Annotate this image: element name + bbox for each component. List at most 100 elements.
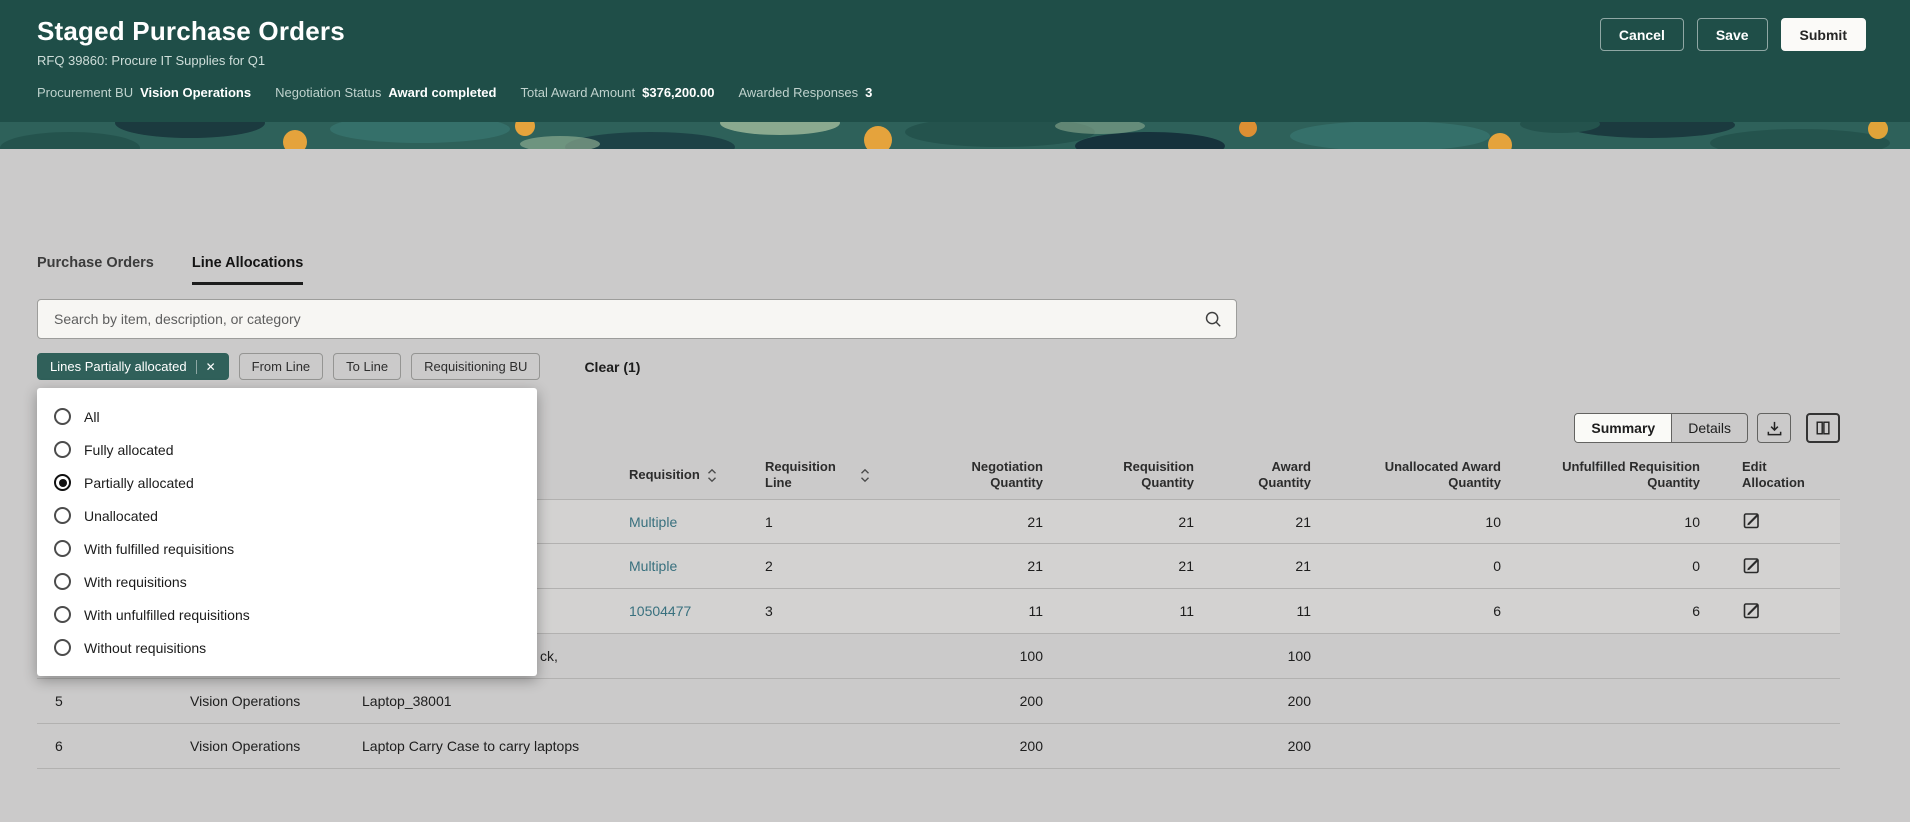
cell-negotiation-qty: 200: [870, 738, 1053, 754]
search-input[interactable]: [52, 310, 1192, 328]
filter-option-all[interactable]: All: [37, 400, 537, 433]
column-header-requisition[interactable]: Requisition: [629, 467, 755, 483]
cell-value: 200: [1287, 693, 1311, 709]
filter-option-unallocated[interactable]: Unallocated: [37, 499, 537, 532]
requisition-link[interactable]: Multiple: [629, 514, 677, 530]
header-meta-item: Negotiation Status Award completed: [275, 85, 496, 100]
cell-value: 21: [1295, 513, 1311, 530]
tab-purchase-orders[interactable]: Purchase Orders: [37, 255, 154, 285]
cell-edit-allocation: [1710, 510, 1840, 533]
column-header-label: Unfulfilled Requisition Quantity: [1562, 458, 1700, 490]
cell-edit-allocation: [1710, 600, 1840, 623]
chip-close-icon[interactable]: ✕: [206, 361, 216, 373]
header-meta-value: Award completed: [388, 85, 497, 100]
cell-requisition-qty: 11: [1053, 603, 1204, 619]
page-subtitle: RFQ 39860: Procure IT Supplies for Q1: [37, 53, 266, 68]
filter-option-label: Fully allocated: [84, 441, 174, 458]
tab-line-allocations[interactable]: Line Allocations: [191, 255, 304, 285]
edit-allocation-button[interactable]: [1742, 555, 1762, 578]
cell-value: 6: [1692, 603, 1700, 619]
cell-item: Laptop_38001: [362, 693, 629, 709]
cell-requisition: Multiple: [629, 514, 755, 530]
cell-value: 21: [1027, 558, 1043, 574]
cell-value: 11: [1028, 603, 1043, 619]
summary-toggle-button[interactable]: Summary: [1575, 414, 1672, 442]
filter-option-partially-allocated[interactable]: Partially allocated: [37, 466, 537, 499]
cancel-button[interactable]: Cancel: [1599, 18, 1684, 51]
filter-option-fully-allocated[interactable]: Fully allocated: [37, 433, 537, 466]
column-header-label: Requisition Line: [765, 458, 836, 490]
cell-value: 6: [1493, 603, 1501, 619]
cell-edit-allocation: [1710, 555, 1840, 578]
cell-value: 11: [1296, 603, 1311, 619]
cell-negotiation-qty: 100: [870, 648, 1053, 664]
radio-unchecked-icon: [54, 573, 71, 590]
sort-icon[interactable]: [860, 468, 870, 483]
header-meta-value: 3: [865, 85, 873, 100]
cell-value: 21: [1027, 513, 1043, 530]
filter-option-label: With requisitions: [84, 573, 187, 590]
decorative-banner: [0, 122, 1910, 149]
filter-option-with-requisitions[interactable]: With requisitions: [37, 565, 537, 598]
cell-requisition-line: 1: [755, 514, 870, 530]
cell-value: 6: [55, 738, 63, 754]
cell-value: Vision Operations: [190, 738, 301, 754]
cell-unallocated-award-qty: 10: [1321, 514, 1511, 530]
edit-icon: [1742, 510, 1762, 533]
filter-option-with-unfulfilled-requisitions[interactable]: With unfulfilled requisitions: [37, 598, 537, 631]
clear-filters-button[interactable]: Clear (1): [578, 358, 646, 376]
header-meta-label: Awarded Responses: [738, 85, 859, 100]
page-header: Staged Purchase Orders RFQ 39860: Procur…: [0, 0, 1910, 122]
requisition-link[interactable]: Multiple: [629, 558, 677, 574]
save-button[interactable]: Save: [1696, 18, 1768, 51]
cell-line: 6: [37, 738, 190, 754]
filter-option-label: Without requisitions: [84, 639, 207, 656]
cell-requisition-qty: 21: [1053, 558, 1204, 574]
cell-unallocated-award-qty: 6: [1321, 603, 1511, 619]
cell-bu: Vision Operations: [190, 738, 362, 754]
page-title: Staged Purchase Orders: [37, 16, 345, 46]
header-meta-item: Awarded Responses 3: [738, 85, 872, 100]
edit-allocation-button[interactable]: [1742, 600, 1762, 623]
header-meta: Procurement BU Vision Operations Negotiati…: [37, 85, 1866, 100]
filter-chip-to-line[interactable]: To Line: [333, 353, 402, 380]
cell-value: 100: [1019, 648, 1043, 664]
radio-unchecked-icon: [54, 507, 71, 524]
column-header-requisition-line[interactable]: Requisition Line: [755, 459, 870, 492]
edit-icon: [1742, 555, 1762, 578]
header-meta-label: Procurement BU: [37, 85, 134, 100]
filter-chip-requisitioning-bu[interactable]: Requisitioning BU: [411, 353, 541, 380]
filter-option-label: Unallocated: [84, 507, 158, 524]
header-meta-item: Procurement BU Vision Operations: [37, 85, 251, 100]
filter-chip-lines-partially-allocated[interactable]: Lines Partially allocated ✕: [37, 353, 229, 380]
column-header-label: Requisition: [629, 466, 700, 482]
column-header-label: Award Quantity: [1258, 458, 1311, 490]
cell-value: 200: [1019, 738, 1043, 754]
cell-value: ck,: [540, 648, 558, 664]
column-header-edit-allocation: Edit Allocation: [1710, 459, 1840, 492]
filter-option-with-fulfilled-requisitions[interactable]: With fulfilled requisitions: [37, 532, 537, 565]
cell-value: 3: [765, 603, 773, 619]
cell-requisition: 10504477: [629, 603, 755, 619]
manage-columns-button[interactable]: [1806, 413, 1840, 443]
submit-button[interactable]: Submit: [1780, 18, 1866, 51]
cell-negotiation-qty: 21: [870, 558, 1053, 574]
cell-award-qty: 200: [1204, 693, 1321, 709]
requisition-link[interactable]: 10504477: [629, 603, 691, 619]
column-header-label: Requisition Quantity: [1123, 458, 1194, 490]
cell-value: 0: [1493, 558, 1501, 574]
cell-value: Laptop Carry Case to carry laptops: [362, 738, 580, 754]
search-icon[interactable]: [1204, 310, 1222, 328]
sort-icon[interactable]: [707, 468, 717, 483]
filter-option-without-requisitions[interactable]: Without requisitions: [37, 631, 537, 664]
filter-chip-from-line[interactable]: From Line: [238, 353, 324, 380]
header-meta-value: Vision Operations: [140, 85, 252, 100]
cell-bu: Vision Operations: [190, 693, 362, 709]
details-toggle-button[interactable]: Details: [1671, 414, 1747, 442]
download-button[interactable]: [1757, 413, 1791, 443]
cell-award-qty: 21: [1204, 514, 1321, 530]
cell-value: 21: [1178, 558, 1194, 574]
cell-value: Vision Operations: [190, 693, 301, 709]
edit-allocation-button[interactable]: [1742, 510, 1762, 533]
filter-chip-label: Lines Partially allocated: [50, 359, 187, 374]
